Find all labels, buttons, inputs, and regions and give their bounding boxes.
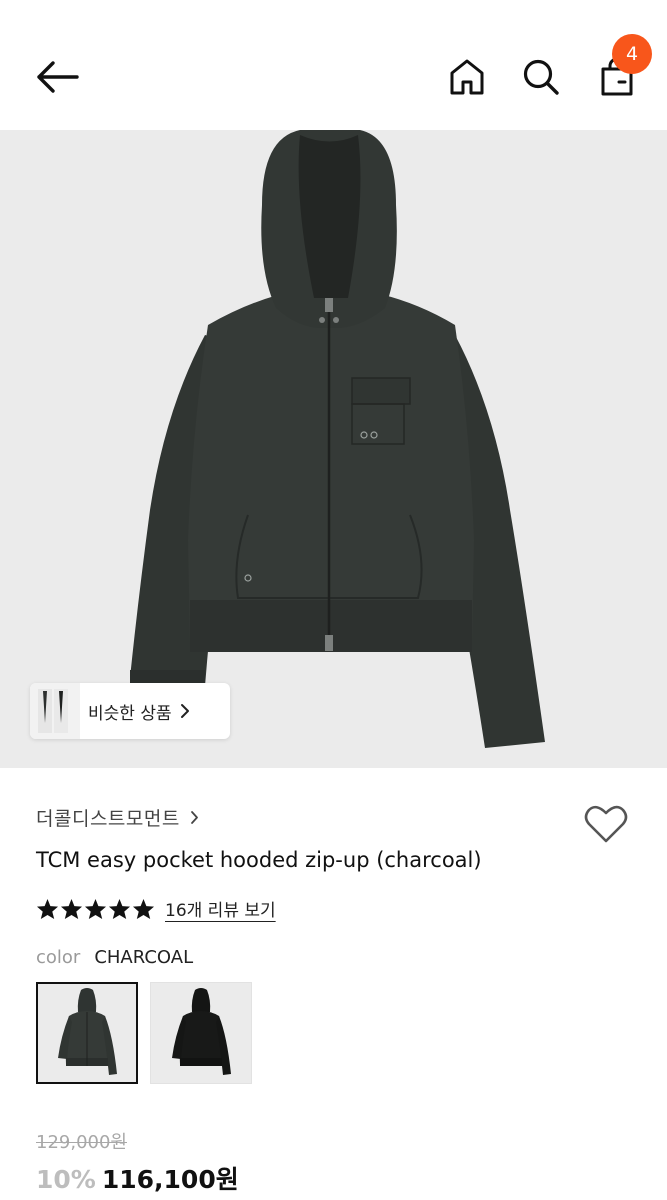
sale-price: 116,100원 bbox=[101, 1165, 239, 1194]
product-image[interactable] bbox=[0, 130, 667, 768]
charcoal-hoodie-thumbnail bbox=[58, 988, 117, 1075]
color-label: color bbox=[36, 947, 81, 968]
search-button[interactable] bbox=[516, 52, 566, 102]
chevron-right-icon bbox=[180, 703, 190, 719]
selected-color: CHARCOAL bbox=[94, 947, 194, 968]
search-icon bbox=[523, 59, 559, 95]
star-icon bbox=[60, 898, 83, 919]
star-icon bbox=[108, 898, 131, 919]
wishlist-button[interactable] bbox=[580, 800, 632, 848]
similar-items-button[interactable]: 비슷한 상품 bbox=[30, 683, 230, 739]
top-app-bar: 4 bbox=[0, 0, 667, 130]
price-row: 10% 116,100원 bbox=[36, 1160, 239, 1196]
star-icon bbox=[132, 898, 155, 919]
arrow-left-icon bbox=[37, 61, 79, 93]
cart-count-badge: 4 bbox=[612, 34, 652, 74]
reviews-link[interactable]: 16개 리뷰 보기 bbox=[165, 896, 276, 921]
color-option-charcoal[interactable] bbox=[36, 982, 138, 1084]
color-option-black[interactable] bbox=[150, 982, 252, 1084]
star-rating bbox=[36, 898, 155, 920]
brand-link[interactable]: 더콜디스트모먼트 bbox=[36, 804, 199, 831]
similar-item-thumbnail bbox=[30, 683, 80, 739]
black-hoodie-thumbnail bbox=[172, 988, 231, 1075]
star-icon bbox=[84, 898, 107, 919]
original-price: 129,000원 bbox=[36, 1132, 127, 1153]
product-title: TCM easy pocket hooded zip-up (charcoal) bbox=[36, 848, 482, 872]
home-icon bbox=[450, 59, 484, 95]
home-button[interactable] bbox=[442, 52, 492, 102]
similar-items-label: 비슷한 상품 bbox=[88, 703, 172, 724]
chevron-right-icon bbox=[190, 810, 199, 825]
color-selector-label: color CHARCOAL bbox=[36, 947, 193, 968]
hoodie-photo bbox=[130, 130, 545, 748]
back-button[interactable] bbox=[30, 52, 84, 102]
brand-name: 더콜디스트모먼트 bbox=[36, 808, 180, 830]
discount-rate: 10% bbox=[36, 1165, 96, 1194]
star-icon bbox=[36, 898, 59, 919]
rating-row: 16개 리뷰 보기 bbox=[36, 896, 276, 921]
heart-icon bbox=[584, 805, 628, 843]
